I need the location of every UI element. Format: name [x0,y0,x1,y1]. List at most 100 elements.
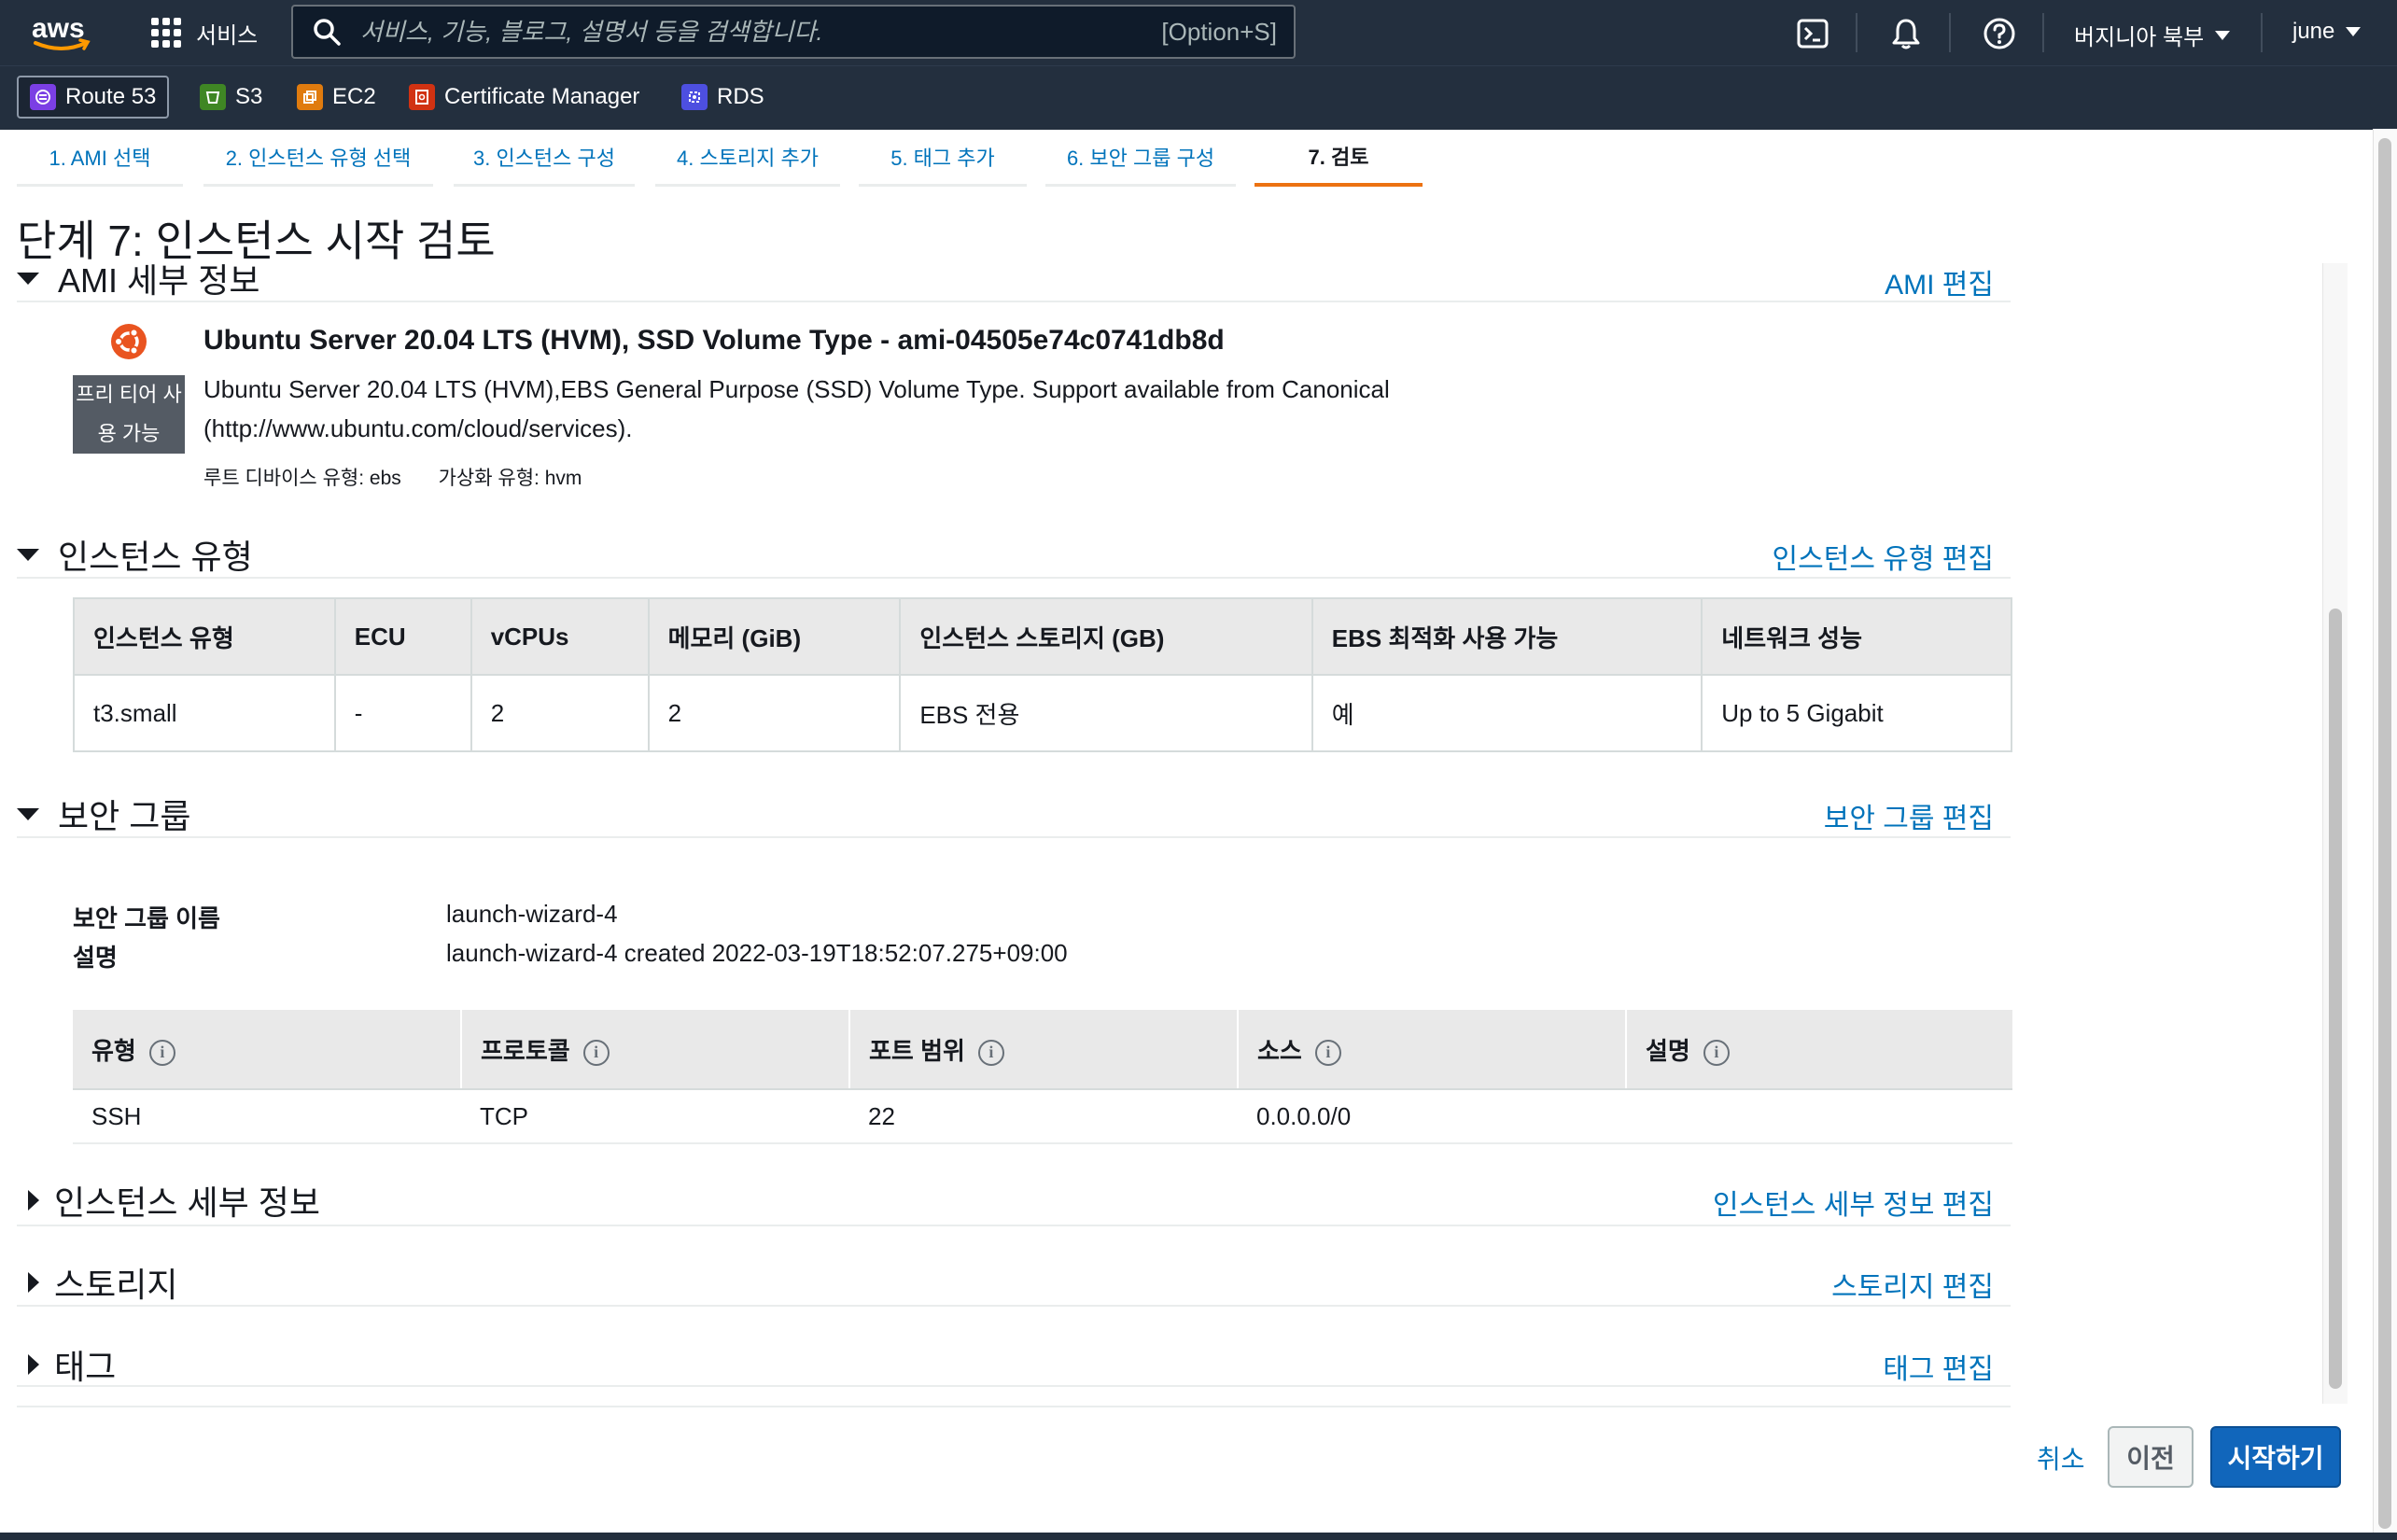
table-cell: t3.small [73,674,336,752]
ami-section-toggle[interactable]: AMI 세부 정보 [17,258,260,300]
favorite-route53[interactable]: Route 53 [17,76,170,119]
edit-storage-link[interactable]: 스토리지 편집 [1831,1264,1994,1305]
route53-icon [30,84,56,110]
edit-instance-type-link[interactable]: 인스턴스 유형 편집 [1773,536,1994,577]
column-header-label: 유형 [91,1036,136,1065]
section-divider [17,577,2011,579]
security-group-rules-table: 유형 i 프로토콜 i 포트 범위 i 소스 i 설명 i SSH TCP 22 0.0.… [73,1010,2012,1144]
cancel-link[interactable]: 취소 [2037,1439,2085,1477]
services-menu-button[interactable]: 서비스 [151,17,258,49]
tab-instance-type[interactable]: 2. 인스턴스 유형 선택 [203,129,433,187]
info-icon[interactable]: i [582,1039,610,1066]
services-label: 서비스 [196,22,259,49]
table-cell: 예 [1311,674,1703,752]
table-cell [1626,1089,2012,1144]
edit-instance-details-link[interactable]: 인스턴스 세부 정보 편집 [1713,1182,1994,1223]
table-cell: - [333,674,472,752]
column-header: EBS 최적화 사용 가능 [1311,597,1703,676]
favorite-certificate-manager[interactable]: Certificate Manager [398,76,651,119]
bell-icon[interactable] [1889,17,1923,50]
previous-button[interactable]: 이전 [2108,1426,2194,1488]
footer-divider [17,1406,2011,1407]
region-selector[interactable]: 버지니아 북부 [2074,19,2231,51]
edit-tags-link[interactable]: 태그 편집 [1883,1346,1994,1387]
column-header: vCPUs [470,597,650,676]
table-cell: EBS 전용 [899,674,1313,752]
favorite-label: RDS [717,84,764,109]
table-cell: TCP [461,1089,849,1144]
scrollbar-thumb[interactable] [2378,138,2391,1529]
section-title: 태그 [54,1348,117,1386]
column-header-label: 설명 [1646,1036,1690,1065]
column-header-label: 포트 범위 [869,1036,965,1065]
virtualization-type: 가상화 유형: hvm [438,468,582,489]
table-header-row: 유형 i 프로토콜 i 포트 범위 i 소스 i 설명 i [73,1010,2012,1090]
favorite-s3[interactable]: S3 [189,76,273,119]
column-header: 소스 i [1238,1010,1627,1090]
launch-button[interactable]: 시작하기 [2210,1426,2341,1488]
nav-divider [1949,13,1951,52]
root-device-type: 루트 디바이스 유형: ebs [203,468,401,489]
section-title: 인스턴스 유형 [58,538,253,576]
table-header-row: 인스턴스 유형 ECU vCPUs 메모리 (GiB) 인스턴스 스토리지 (G… [73,597,2012,676]
table-cell: 2 [647,674,902,752]
scrollbar-thumb[interactable] [2329,609,2342,1389]
column-header: 메모리 (GiB) [647,597,902,676]
ami-title: Ubuntu Server 20.04 LTS (HVM), SSD Volum… [203,325,1225,356]
section-divider [17,301,2011,302]
security-group-name-label: 보안 그룹 이름 [73,904,220,932]
table-cell: 0.0.0.0/0 [1238,1089,1626,1144]
edit-ami-link[interactable]: AMI 편집 [1885,261,1994,302]
table-cell: 2 [470,674,650,752]
section-title: 인스턴스 세부 정보 [54,1183,320,1222]
security-group-name-value: launch-wizard-4 [446,900,618,928]
ubuntu-logo-icon [111,324,147,359]
tab-configure-instance[interactable]: 3. 인스턴스 구성 [454,129,635,187]
top-navigation: aws 서비스 [Option+S] 버지니아 북부 [0,0,2397,65]
info-icon[interactable]: i [1314,1039,1341,1066]
section-divider [17,1385,2011,1387]
tab-add-tags[interactable]: 5. 태그 추가 [859,129,1027,187]
certificate-manager-icon [409,84,435,110]
ami-description: Ubuntu Server 20.04 LTS (HVM),EBS Genera… [203,375,1390,442]
info-icon[interactable]: i [148,1039,175,1066]
ec2-icon [297,84,323,110]
page-scrollbar[interactable] [2373,129,2397,1540]
caret-right-icon [28,1190,39,1211]
cloudshell-icon[interactable] [1796,17,1829,50]
rds-icon [681,84,708,110]
free-tier-badge: 프리 티어 사용 가능 [73,375,185,454]
grid-menu-icon [151,18,181,48]
tab-add-storage[interactable]: 4. 스토리지 추가 [655,129,840,187]
region-label: 버지니아 북부 [2074,25,2205,50]
storage-section-toggle[interactable]: 스토리지 [17,1262,177,1304]
nav-divider [2042,13,2044,52]
search-input[interactable] [358,16,1162,48]
favorite-ec2[interactable]: EC2 [286,76,387,119]
info-icon[interactable]: i [1703,1039,1730,1066]
search-bar[interactable]: [Option+S] [291,5,1296,59]
column-header-label: 소스 [1257,1036,1302,1065]
aws-logo-text: aws [32,13,85,44]
section-divider [17,1305,2011,1307]
tags-section-toggle[interactable]: 태그 [17,1344,116,1386]
aws-logo[interactable]: aws [30,11,93,54]
info-icon[interactable]: i [977,1039,1004,1066]
table-row: t3.small - 2 2 EBS 전용 예 Up to 5 Gigabit [73,674,2012,752]
instance-type-section-toggle[interactable]: 인스턴스 유형 [17,534,253,576]
column-header: 설명 i [1626,1010,2012,1090]
instance-details-section-toggle[interactable]: 인스턴스 세부 정보 [17,1180,320,1222]
column-header: 인스턴스 유형 [73,597,336,676]
tab-choose-ami[interactable]: 1. AMI 선택 [17,129,183,187]
favorite-rds[interactable]: RDS [670,76,776,119]
section-divider [17,1225,2011,1226]
security-group-section-toggle[interactable]: 보안 그룹 [17,793,190,835]
help-icon[interactable] [1983,17,2016,50]
edit-security-group-link[interactable]: 보안 그룹 편집 [1824,795,1994,836]
content-scrollbar[interactable] [2322,263,2348,1404]
tab-security-group[interactable]: 6. 보안 그룹 구성 [1045,129,1236,187]
account-menu[interactable]: june [2292,19,2362,45]
search-shortcut-hint: [Option+S] [1161,17,1277,46]
tab-review[interactable]: 7. 검토 [1255,129,1423,187]
caret-down-icon [17,272,39,285]
